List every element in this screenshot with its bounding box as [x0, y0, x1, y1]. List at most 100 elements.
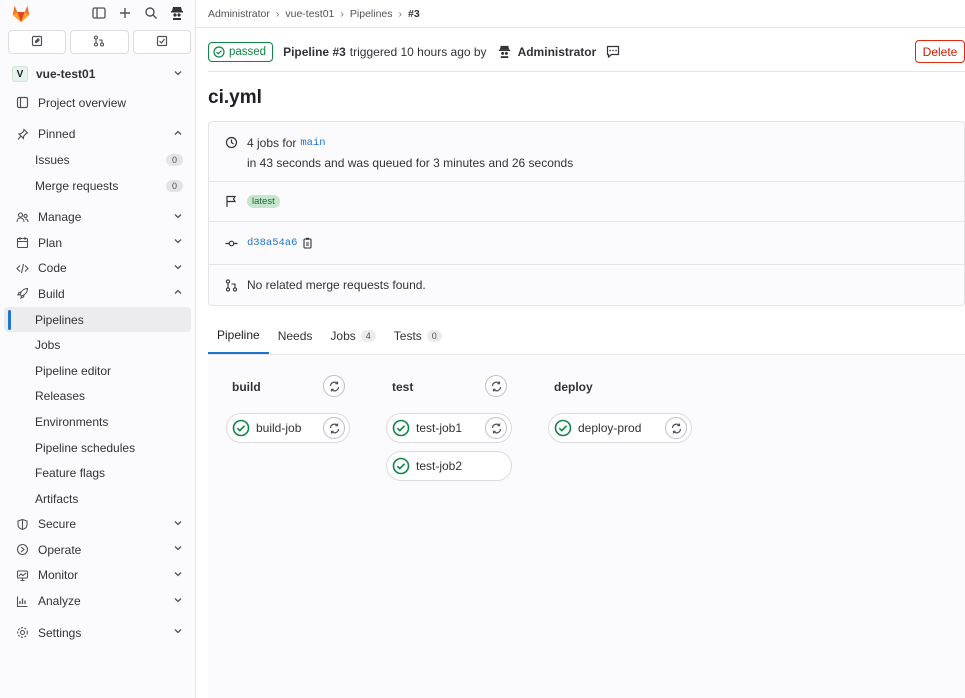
tab-label: Needs [277, 329, 313, 343]
tab-jobs[interactable]: Jobs 4 [321, 318, 384, 354]
sidebar-item-operate[interactable]: Operate [4, 537, 191, 563]
sidebar-item-manage[interactable]: Manage [4, 204, 191, 230]
chevron-down-icon [173, 595, 183, 608]
job-name: build-job [256, 421, 302, 435]
issues-shortcut-button[interactable] [8, 30, 67, 54]
commit-row: d38a54a6 [209, 222, 964, 265]
todo-shortcut-button[interactable] [132, 30, 191, 54]
jobs-count-text: 4 jobs for [247, 136, 297, 150]
job-build-job[interactable]: build-job [226, 413, 350, 443]
shield-icon [14, 516, 30, 532]
sidebar-item-artifacts[interactable]: Artifacts [4, 486, 191, 512]
sidebar-item-label: Feature flags [35, 466, 106, 481]
stage-deploy: deploy [554, 375, 593, 399]
branch-link[interactable]: main [300, 137, 325, 149]
status-label: passed [229, 45, 267, 58]
sidebar-item-label: Pipelines [35, 312, 84, 327]
sidebar-item-label: Pipeline schedules [35, 440, 136, 455]
sidebar-item-releases[interactable]: Releases [4, 384, 191, 410]
tab-needs[interactable]: Needs [269, 318, 322, 354]
sidebar-item-monitor[interactable]: Monitor [4, 563, 191, 589]
chart-icon [14, 593, 30, 609]
job-deploy-prod[interactable]: deploy-prod [548, 413, 692, 443]
stage-retry-button[interactable] [323, 375, 345, 397]
triggerer-name: Administrator [517, 44, 597, 59]
triggered-text: triggered 10 hours ago by [349, 44, 487, 59]
sidebar-item-label: Merge requests [35, 178, 119, 193]
stage-test: test [392, 375, 413, 399]
stage-title: test [392, 380, 414, 394]
sidebar-toggle-icon[interactable] [91, 5, 107, 21]
chevron-down-icon [173, 543, 183, 556]
breadcrumb-item-pipelines[interactable]: Pipelines [350, 8, 393, 20]
sidebar-item-feature-flags[interactable]: Feature flags [4, 460, 191, 486]
job-name: test-job2 [416, 459, 463, 473]
users-icon [14, 209, 30, 225]
sidebar-item-label: Artifacts [35, 491, 79, 506]
todo-check-icon [156, 35, 168, 50]
latest-badge: latest [247, 195, 280, 208]
delete-button[interactable]: Delete [915, 40, 965, 63]
sidebar-item-analyze[interactable]: Analyze [4, 588, 191, 614]
status-success-icon [232, 419, 250, 437]
status-badge[interactable]: passed [208, 41, 274, 62]
user-avatar-icon[interactable] [169, 5, 185, 21]
sidebar-item-label: Code [38, 261, 67, 276]
clock-icon [223, 136, 239, 149]
breadcrumb: Administrator › vue-test01 › Pipelines › #3 [196, 0, 965, 28]
commit-sha-link[interactable]: d38a54a6 [247, 237, 297, 249]
job-name: test-job1 [416, 421, 463, 435]
sidebar-item-secure[interactable]: Secure [4, 512, 191, 538]
sidebar-item-label: Issues [35, 152, 70, 167]
sidebar-item-settings[interactable]: Settings [4, 620, 191, 646]
sidebar-item-issues[interactable]: Issues 0 [4, 147, 191, 173]
gear-icon [14, 625, 30, 641]
merge-requests-shortcut-button[interactable] [70, 30, 129, 54]
copy-icon[interactable] [303, 237, 314, 249]
sidebar-item-jobs[interactable]: Jobs [4, 332, 191, 358]
job-retry-button[interactable] [485, 417, 507, 439]
job-retry-button[interactable] [323, 417, 345, 439]
sidebar-item-pinned[interactable]: Pinned [4, 122, 191, 148]
jobs-summary-row: 4 jobs for main in 43 seconds and was qu… [209, 122, 964, 182]
chevron-down-icon [173, 211, 183, 224]
merge-request-icon [223, 278, 239, 292]
sidebar-item-code[interactable]: Code [4, 256, 191, 282]
breadcrumb-item-user[interactable]: Administrator [208, 8, 270, 20]
plus-icon[interactable] [117, 5, 133, 21]
sidebar-item-build[interactable]: Build [4, 281, 191, 307]
pipeline-graph: build build-job test test-job1 test-job2 [208, 356, 965, 698]
status-success-icon [213, 45, 225, 58]
status-success-icon [392, 419, 410, 437]
tab-tests[interactable]: Tests 0 [385, 318, 451, 354]
sidebar-item-label: Project overview [38, 95, 127, 110]
sidebar-item-label: Releases [35, 389, 86, 404]
sidebar-item-pipelines[interactable]: Pipelines [4, 306, 191, 333]
gitlab-logo-icon[interactable] [10, 2, 32, 24]
chevron-down-icon [173, 518, 183, 531]
sidebar-item-environments[interactable]: Environments [4, 409, 191, 435]
sidebar-header [0, 0, 195, 26]
project-switcher[interactable]: V vue-test01 [8, 60, 187, 88]
search-icon[interactable] [143, 5, 159, 21]
sidebar-item-plan[interactable]: Plan [4, 230, 191, 256]
breadcrumb-item-project[interactable]: vue-test01 [285, 8, 334, 20]
sidebar-item-merge-requests[interactable]: Merge requests 0 [4, 173, 191, 199]
chevron-up-icon [173, 128, 183, 141]
sidebar-item-project-overview[interactable]: Project overview [4, 90, 191, 116]
job-test-job2[interactable]: test-job2 [386, 451, 512, 481]
job-test-job1[interactable]: test-job1 [386, 413, 512, 443]
tab-pipeline[interactable]: Pipeline [208, 318, 269, 354]
retry-icon [671, 423, 681, 433]
breadcrumb-item-current[interactable]: #3 [408, 8, 420, 20]
triggerer-user[interactable]: Administrator [497, 44, 597, 59]
issues-icon [31, 35, 43, 50]
sidebar-item-pipeline-schedules[interactable]: Pipeline schedules [4, 435, 191, 461]
sidebar-item-label: Operate [38, 542, 82, 557]
sidebar-item-pipeline-editor[interactable]: Pipeline editor [4, 358, 191, 384]
user-avatar-icon [498, 45, 510, 59]
chevron-down-icon [173, 569, 183, 582]
comment-icon[interactable] [606, 45, 620, 58]
stage-retry-button[interactable] [485, 375, 507, 397]
job-retry-button[interactable] [665, 417, 687, 439]
